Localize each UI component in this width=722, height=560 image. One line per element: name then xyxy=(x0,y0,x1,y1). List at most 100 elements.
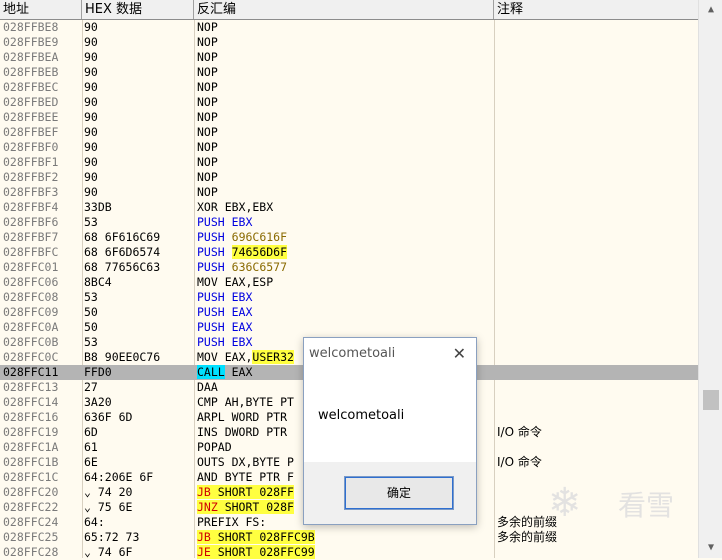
hex-cell: 90 xyxy=(84,80,98,94)
hex-cell: 64: xyxy=(84,515,105,529)
close-icon[interactable]: ✕ xyxy=(453,344,466,363)
instruction-token: ARPL WORD PTR xyxy=(197,410,288,424)
address-cell: 028FFBEA xyxy=(3,50,59,64)
vertical-scrollbar[interactable]: ▲ ▼ xyxy=(698,0,722,558)
disasm-cell: PUSH EBX xyxy=(197,215,493,230)
hex-cell: 68 77656C63 xyxy=(84,260,161,274)
hex-cell: 90 xyxy=(84,125,98,139)
address-cell: 028FFC16 xyxy=(3,410,59,424)
disasm-row[interactable]: 028FFBE9 90 NOP xyxy=(0,35,698,50)
disasm-row[interactable]: 028FFBF4 33DB XOR EBX,EBX xyxy=(0,200,698,215)
disasm-row[interactable]: 028FFBF3 90 NOP xyxy=(0,185,698,200)
address-cell: 028FFC0B xyxy=(3,335,59,349)
disasm-row[interactable]: 028FFBFC 68 6F6D6574 PUSH 74656D6F xyxy=(0,245,698,260)
disasm-row[interactable]: 028FFBEF 90 NOP xyxy=(0,125,698,140)
disasm-cell: NOP xyxy=(197,65,493,80)
scroll-down-arrow-icon[interactable]: ▼ xyxy=(699,538,722,558)
instruction-token: SHORT 028FF xyxy=(210,485,294,499)
address-cell: 028FFBF0 xyxy=(3,140,59,154)
instruction-token: NOP xyxy=(197,95,218,109)
disasm-row[interactable]: 028FFBF7 68 6F616C69 PUSH 696C616F xyxy=(0,230,698,245)
disasm-row[interactable]: 028FFBF1 90 NOP xyxy=(0,155,698,170)
instruction-token: SHORT 028F xyxy=(217,500,294,514)
instruction-token: 74656D6F xyxy=(231,245,288,259)
hex-cell: 33DB xyxy=(84,200,112,214)
instruction-token: PUSH xyxy=(197,245,225,259)
disasm-row[interactable]: 028FFBEA 90 NOP xyxy=(0,50,698,65)
instruction-token: NOP xyxy=(197,20,218,34)
disasm-cell: PUSH 636C6577 xyxy=(197,260,493,275)
address-cell: 028FFC25 xyxy=(3,530,59,544)
disasm-cell: NOP xyxy=(197,50,493,65)
ok-button[interactable]: 确定 xyxy=(344,476,454,510)
disasm-cell: MOV EAX,ESP xyxy=(197,275,493,290)
header-comment[interactable]: 注释 xyxy=(494,0,698,19)
instruction-token: PUSH xyxy=(197,335,225,349)
disasm-cell: NOP xyxy=(197,140,493,155)
hex-cell: 53 xyxy=(84,335,98,349)
disasm-cell: NOP xyxy=(197,155,493,170)
address-cell: 028FFC08 xyxy=(3,290,59,304)
disasm-row[interactable]: 028FFBF2 90 NOP xyxy=(0,170,698,185)
address-cell: 028FFC06 xyxy=(3,275,59,289)
disasm-row[interactable]: 028FFBEC 90 NOP xyxy=(0,80,698,95)
scroll-thumb[interactable] xyxy=(703,390,719,410)
address-cell: 028FFC09 xyxy=(3,305,59,319)
hex-cell: 90 xyxy=(84,155,98,169)
address-cell: 028FFC24 xyxy=(3,515,59,529)
instruction-token: SHORT 028FFC9B xyxy=(210,530,315,544)
header-address[interactable]: 地址 xyxy=(0,0,82,19)
hex-cell: 53 xyxy=(84,215,98,229)
disasm-row[interactable]: 028FFBEB 90 NOP xyxy=(0,65,698,80)
disasm-row[interactable]: 028FFBF6 53 PUSH EBX xyxy=(0,215,698,230)
hex-cell: 8BC4 xyxy=(84,275,112,289)
disasm-cell: JB SHORT 028FFC9B xyxy=(197,530,493,545)
instruction-token: USER32 xyxy=(252,350,294,364)
address-cell: 028FFC13 xyxy=(3,380,59,394)
disasm-row[interactable]: 028FFBF0 90 NOP xyxy=(0,140,698,155)
disasm-row[interactable]: 028FFBE8 90 NOP xyxy=(0,20,698,35)
instruction-token: PUSH xyxy=(197,290,225,304)
disasm-row[interactable]: 028FFC0A 50 PUSH EAX xyxy=(0,320,698,335)
disasm-row[interactable]: 028FFBED 90 NOP xyxy=(0,95,698,110)
disasm-row[interactable]: 028FFBEE 90 NOP xyxy=(0,110,698,125)
disasm-row[interactable]: 028FFC25 65:72 73 JB SHORT 028FFC9B 多余的前缀 xyxy=(0,530,698,545)
scroll-up-arrow-icon[interactable]: ▲ xyxy=(699,0,722,20)
address-cell: 028FFC01 xyxy=(3,260,59,274)
address-cell: 028FFBF2 xyxy=(3,170,59,184)
address-cell: 028FFC1B xyxy=(3,455,59,469)
hex-cell: 27 xyxy=(84,380,98,394)
address-cell: 028FFC20 xyxy=(3,485,59,499)
address-cell: 028FFC0C xyxy=(3,350,59,364)
hex-cell: 90 xyxy=(84,65,98,79)
disasm-cell: PUSH EBX xyxy=(197,290,493,305)
instruction-token: EAX xyxy=(224,305,253,319)
instruction-token: NOP xyxy=(197,65,218,79)
address-cell: 028FFC1C xyxy=(3,470,59,484)
address-cell: 028FFBFC xyxy=(3,245,59,259)
instruction-token: EAX xyxy=(224,320,253,334)
address-cell: 028FFC22 xyxy=(3,500,59,514)
address-cell: 028FFBEE xyxy=(3,110,59,124)
instruction-token: JNZ xyxy=(197,500,218,514)
column-header-bar: 地址 HEX 数据 反汇编 注释 xyxy=(0,0,698,20)
header-disassembly[interactable]: 反汇编 xyxy=(194,0,494,19)
disasm-row[interactable]: 028FFC09 50 PUSH EAX xyxy=(0,305,698,320)
instruction-token: PUSH xyxy=(197,320,225,334)
instruction-token: INS DWORD PTR xyxy=(197,425,288,439)
address-cell: 028FFBF3 xyxy=(3,185,59,199)
header-hex-data[interactable]: HEX 数据 xyxy=(82,0,194,19)
disasm-row[interactable]: 028FFC08 53 PUSH EBX xyxy=(0,290,698,305)
hex-cell: 53 xyxy=(84,290,98,304)
instruction-token: PUSH xyxy=(197,230,225,244)
instruction-token: XOR EBX,EBX xyxy=(197,200,274,214)
hex-cell: 90 xyxy=(84,185,98,199)
instruction-token xyxy=(225,260,232,274)
disasm-row[interactable]: 028FFC01 68 77656C63 PUSH 636C6577 xyxy=(0,260,698,275)
disasm-row[interactable]: 028FFC06 8BC4 MOV EAX,ESP xyxy=(0,275,698,290)
hex-cell: 90 xyxy=(84,95,98,109)
snowflake-icon: ❄ xyxy=(548,480,582,526)
hex-cell: 90 xyxy=(84,50,98,64)
instruction-token: PREFIX FS: xyxy=(197,515,267,529)
dialog-footer: 确定 xyxy=(304,462,476,524)
